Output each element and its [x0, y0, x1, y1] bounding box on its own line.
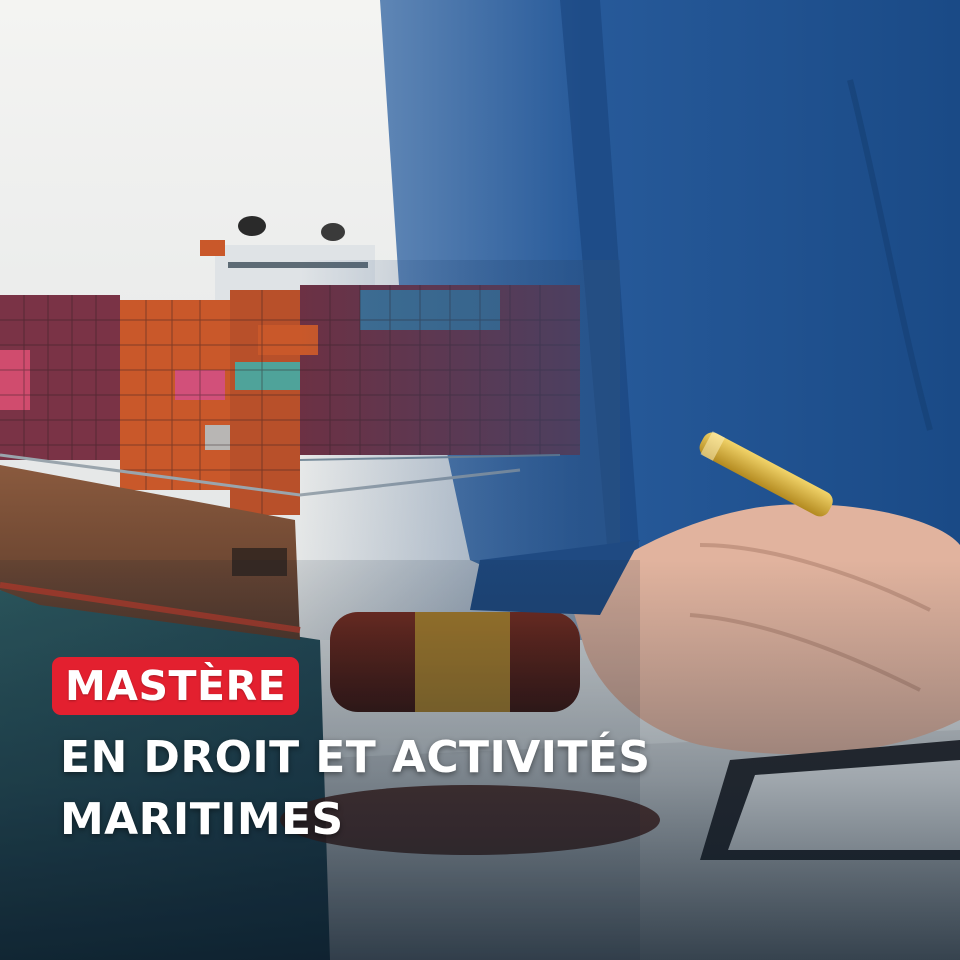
- title-line-2: MARITIMES: [60, 794, 344, 845]
- badge-mastere: MASTÈRE: [52, 657, 300, 715]
- program-title: EN DROIT ET ACTIVITÉS MARITIMES: [60, 727, 650, 851]
- promo-banner: MASTÈRE EN DROIT ET ACTIVITÉS MARITIMES: [0, 0, 960, 960]
- title-line-1: EN DROIT ET ACTIVITÉS: [60, 732, 651, 783]
